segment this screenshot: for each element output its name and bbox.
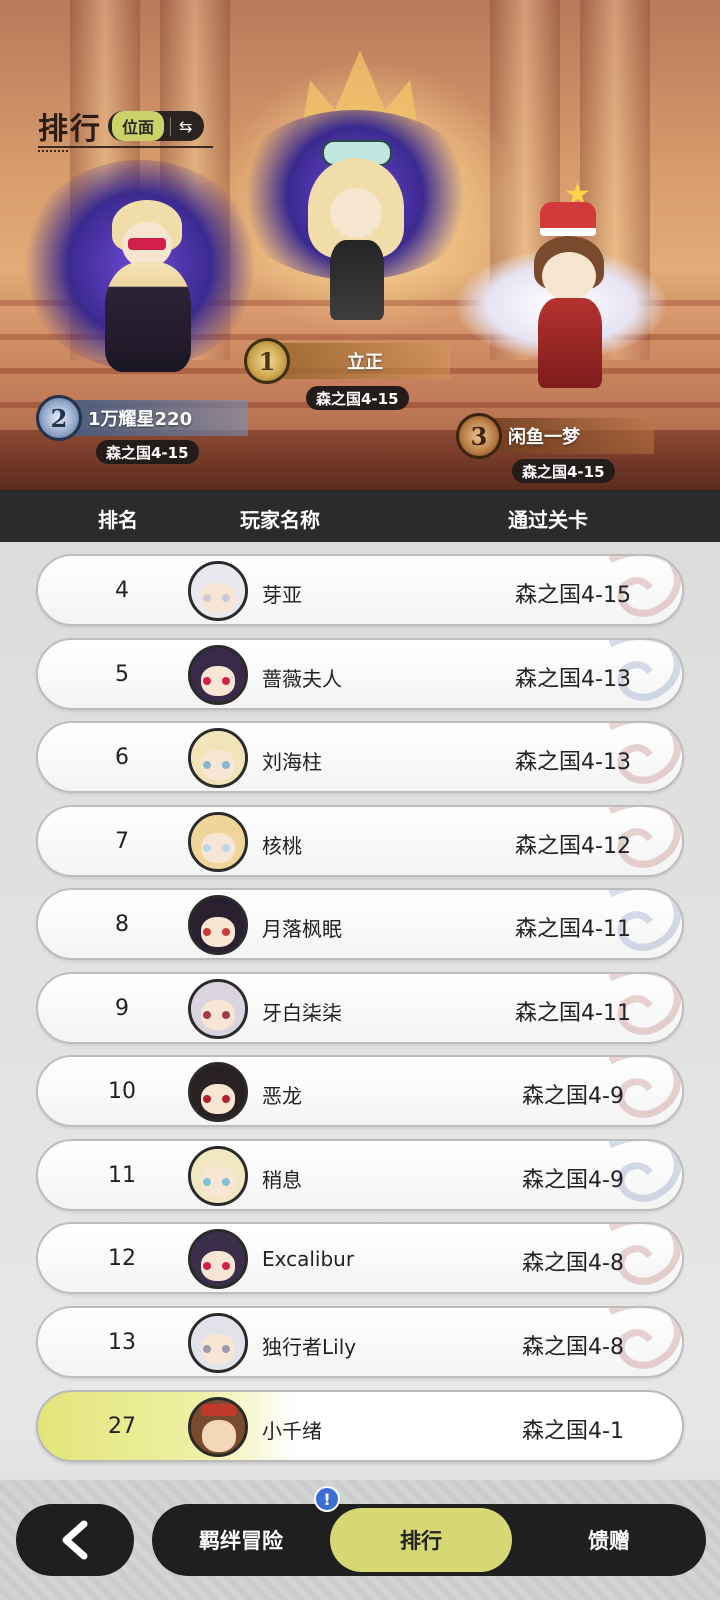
character-face xyxy=(330,188,382,238)
player-avatar[interactable] xyxy=(188,728,248,788)
row-stage: 森之国4-8 xyxy=(522,1334,624,1360)
third-place-stage: 森之国4-15 xyxy=(512,459,615,483)
row-stage: 森之国4-9 xyxy=(522,1167,624,1193)
my-rank-row[interactable]: 27 小千绪 森之国4-1 xyxy=(36,1390,684,1462)
bottom-navigation: 羁绊冒险 排行 馈赠 ! xyxy=(0,1480,720,1600)
leaderboard-row[interactable]: 9 牙白柒柒 森之国4-11 xyxy=(36,971,684,1044)
leaderboard-row[interactable]: 8 月落枫眠 森之国4-11 xyxy=(36,888,684,960)
player-avatar[interactable] xyxy=(188,561,248,621)
row-player-name: 芽亚 xyxy=(262,583,302,607)
player-avatar[interactable] xyxy=(188,978,248,1039)
row-stage: 森之国4-8 xyxy=(522,1251,624,1276)
my-stage: 森之国4-1 xyxy=(522,1419,624,1444)
row-rank: 13 xyxy=(108,1329,136,1355)
ranking-list[interactable]: 4 芽亚 森之国4-15 5 蔷薇夫人 森之国4-13 6 刘海柱 森之国4-13 7 核桃 森之国4… xyxy=(0,542,720,1480)
character-coat xyxy=(538,298,602,388)
notification-badge: ! xyxy=(314,1486,340,1512)
chevron-left-icon xyxy=(62,1520,88,1560)
first-place-plate[interactable]: 1 立正 xyxy=(244,338,450,384)
player-avatar[interactable] xyxy=(188,1145,248,1206)
second-place-character[interactable] xyxy=(20,150,260,390)
row-player-name: 独行者Lily xyxy=(262,1334,357,1359)
leaderboard-header: 排行 位面 ⇆ xyxy=(38,104,205,148)
first-place-name: 立正 xyxy=(270,343,450,379)
column-rank: 排名 xyxy=(98,508,138,532)
tab-ranking[interactable]: 排行 xyxy=(330,1508,512,1572)
mode-label: 位面 xyxy=(112,111,165,141)
row-player-name: 刘海柱 xyxy=(262,750,322,774)
character-body xyxy=(105,262,191,372)
first-place-character[interactable] xyxy=(230,110,480,340)
mode-switch-button[interactable]: 位面 ⇆ xyxy=(108,111,205,141)
player-avatar[interactable] xyxy=(188,1062,248,1122)
row-stage: 森之国4-15 xyxy=(515,583,631,608)
row-player-name: 牙白柒柒 xyxy=(262,1000,342,1025)
third-place-plate[interactable]: 3 闲鱼一梦 xyxy=(456,413,654,459)
player-avatar[interactable] xyxy=(188,811,248,872)
rank-3-medal-icon: 3 xyxy=(456,413,502,459)
row-rank: 10 xyxy=(108,1079,136,1104)
row-rank: 12 xyxy=(108,1246,136,1271)
player-avatar[interactable] xyxy=(188,895,248,955)
row-player-name: 蔷薇夫人 xyxy=(262,666,342,691)
leaderboard-row[interactable]: 11 稍息 森之国4-9 xyxy=(36,1138,684,1211)
leaderboard-row[interactable]: 10 恶龙 森之国4-9 xyxy=(36,1055,684,1127)
swap-icon: ⇆ xyxy=(170,116,200,136)
row-stage: 森之国4-13 xyxy=(515,750,631,775)
row-stage: 森之国4-12 xyxy=(515,833,631,859)
row-stage: 森之国4-11 xyxy=(515,1000,631,1026)
party-hat xyxy=(540,202,596,236)
row-player-name: Excalibur xyxy=(262,1247,355,1271)
row-stage: 森之国4-13 xyxy=(515,666,631,692)
rank-1-medal-icon: 1 xyxy=(244,338,290,384)
title-underline xyxy=(38,146,213,148)
row-player-name: 核桃 xyxy=(262,833,302,858)
row-rank: 7 xyxy=(115,828,129,854)
player-avatar[interactable] xyxy=(188,1229,248,1289)
column-player-name: 玩家名称 xyxy=(240,508,320,532)
row-rank: 5 xyxy=(115,661,129,687)
my-rank-number: 27 xyxy=(108,1414,136,1439)
row-rank: 9 xyxy=(115,995,129,1021)
leaderboard-row[interactable]: 5 蔷薇夫人 森之国4-13 xyxy=(36,637,684,710)
row-rank: 11 xyxy=(108,1162,136,1188)
player-avatar[interactable] xyxy=(188,644,248,705)
row-player-name: 稍息 xyxy=(262,1167,302,1192)
my-avatar[interactable] xyxy=(188,1397,248,1457)
leaderboard-row[interactable]: 12 Excalibur 森之国4-8 xyxy=(36,1222,684,1294)
my-player-name: 小千绪 xyxy=(262,1419,322,1443)
second-place-name: 1万耀星220 xyxy=(62,400,248,436)
row-stage: 森之国4-9 xyxy=(522,1084,624,1109)
rank-2-medal-icon: 2 xyxy=(36,395,82,441)
character-dress xyxy=(330,240,384,320)
podium-banner: 排行 位面 ⇆ ★ 1 立正 森之国4-15 2 1万耀星220 森之国4-15… xyxy=(0,0,720,490)
row-rank: 6 xyxy=(115,745,129,770)
row-rank: 8 xyxy=(115,912,129,937)
red-mask xyxy=(128,238,166,250)
second-place-stage: 森之国4-15 xyxy=(96,440,199,464)
player-avatar[interactable] xyxy=(188,1312,248,1373)
tab-bond-adventure[interactable]: 羁绊冒险 xyxy=(152,1504,330,1576)
back-button[interactable] xyxy=(16,1504,134,1576)
second-place-plate[interactable]: 2 1万耀星220 xyxy=(36,395,248,441)
leaderboard-row[interactable]: 4 芽亚 森之国4-15 xyxy=(36,554,684,626)
row-stage: 森之国4-11 xyxy=(515,917,631,942)
third-place-name: 闲鱼一梦 xyxy=(482,418,654,454)
tab-gift[interactable]: 馈赠 xyxy=(512,1504,706,1576)
row-player-name: 恶龙 xyxy=(262,1084,302,1108)
leaderboard-row[interactable]: 7 核桃 森之国4-12 xyxy=(36,804,684,877)
third-place-character[interactable]: ★ xyxy=(456,180,676,400)
row-rank: 4 xyxy=(115,578,129,603)
tab-bar: 羁绊冒险 排行 馈赠 xyxy=(152,1504,706,1576)
column-header: 排名 玩家名称 通过关卡 xyxy=(0,490,720,542)
row-player-name: 月落枫眠 xyxy=(262,917,342,941)
page-title: 排行 xyxy=(38,112,102,147)
leaderboard-row[interactable]: 13 独行者Lily 森之国4-8 xyxy=(36,1305,684,1378)
character-face xyxy=(542,252,596,300)
leaderboard-row[interactable]: 6 刘海柱 森之国4-13 xyxy=(36,721,684,793)
first-place-stage: 森之国4-15 xyxy=(306,386,409,410)
column-stage: 通过关卡 xyxy=(508,508,588,532)
